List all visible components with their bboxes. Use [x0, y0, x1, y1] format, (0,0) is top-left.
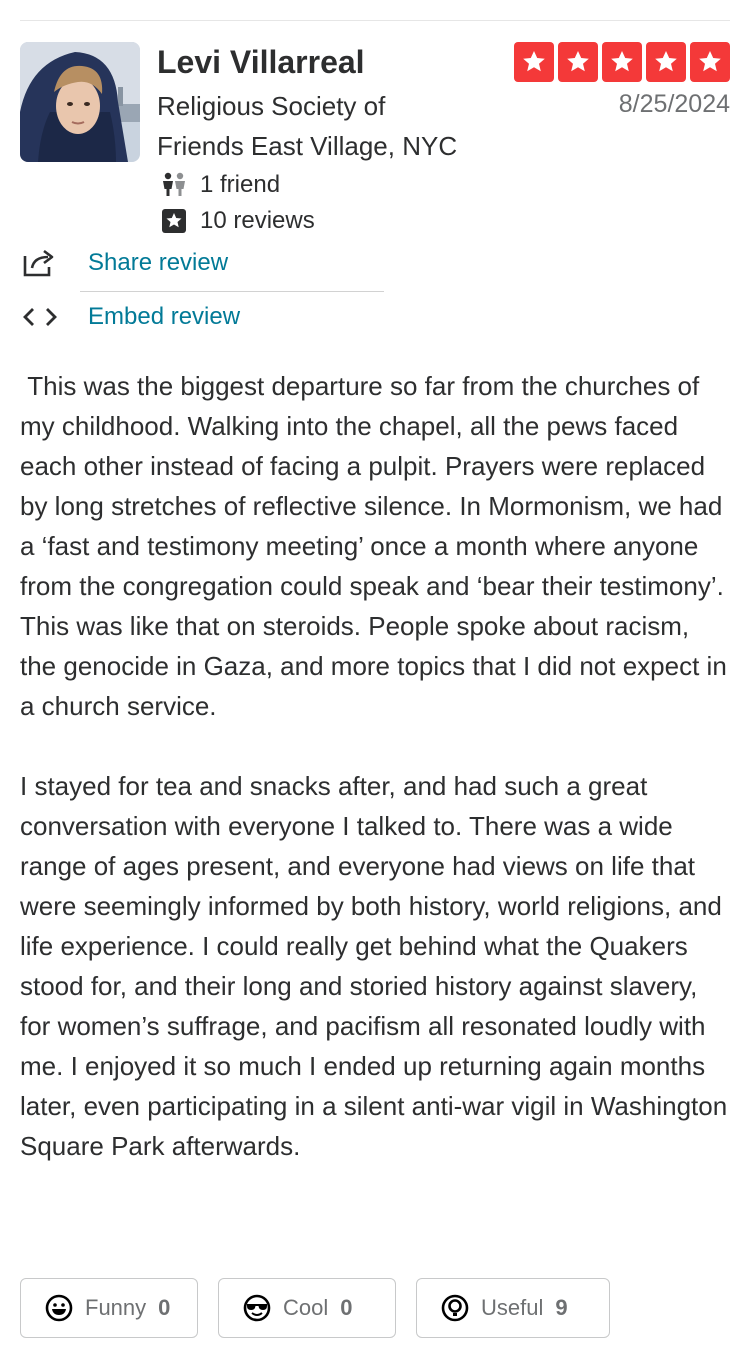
- star-icon: [690, 42, 730, 82]
- review-date: 8/25/2024: [618, 90, 730, 118]
- reaction-buttons: Funny 0 Cool 0 Useful 9: [20, 1278, 610, 1338]
- reviews-label: 10 reviews: [200, 207, 315, 234]
- friends-count: 1 friend: [160, 170, 280, 200]
- star-icon: [602, 42, 642, 82]
- share-review-label: Share review: [88, 249, 229, 276]
- funny-button[interactable]: Funny 0: [20, 1278, 198, 1338]
- code-icon: [20, 297, 60, 337]
- star-rating: [514, 42, 730, 82]
- cool-button[interactable]: Cool 0: [218, 1278, 396, 1338]
- avatar-photo: [20, 42, 140, 162]
- friends-icon: [160, 171, 188, 199]
- star-icon: [514, 42, 554, 82]
- share-review-button[interactable]: Share review: [20, 243, 228, 283]
- sunglasses-face-icon: [243, 1294, 271, 1322]
- lightbulb-icon: [441, 1294, 469, 1322]
- reviewer-name[interactable]: Levi Villarreal: [157, 44, 365, 81]
- embed-review-button[interactable]: Embed review: [20, 297, 240, 337]
- share-icon: [20, 243, 60, 283]
- review-text: This was the biggest departure so far fr…: [20, 371, 728, 1161]
- embed-review-label: Embed review: [88, 303, 241, 330]
- funny-count: 0: [158, 1295, 171, 1320]
- action-divider: [80, 291, 384, 292]
- cool-label: Cool: [283, 1295, 329, 1320]
- star-square-icon: [160, 207, 188, 235]
- location-line-1: Religious Society of: [157, 91, 386, 121]
- cool-count: 0: [340, 1295, 353, 1320]
- location-line-2: Friends East Village, NYC: [157, 131, 458, 161]
- funny-face-icon: [45, 1294, 73, 1322]
- top-divider: [20, 20, 730, 21]
- reviewer-location: Religious Society of Friends East Villag…: [157, 86, 497, 166]
- useful-button[interactable]: Useful 9: [416, 1278, 610, 1338]
- avatar[interactable]: [20, 42, 140, 162]
- useful-label: Useful: [481, 1295, 544, 1320]
- friends-label: 1 friend: [200, 171, 281, 198]
- reviews-count: 10 reviews: [160, 206, 315, 236]
- funny-label: Funny: [85, 1295, 147, 1320]
- star-icon: [646, 42, 686, 82]
- useful-count: 9: [555, 1295, 568, 1320]
- star-icon: [558, 42, 598, 82]
